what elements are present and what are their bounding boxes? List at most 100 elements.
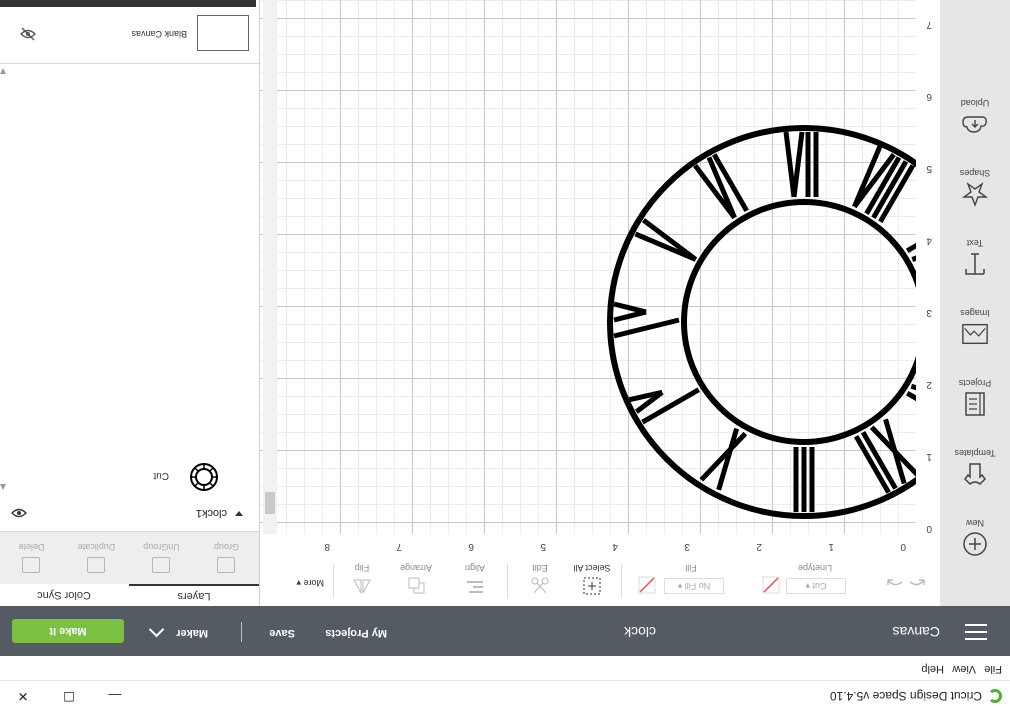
undo-redo-icon[interactable]	[884, 574, 928, 590]
canvas-title: Canvas	[892, 624, 940, 640]
more-label: More	[303, 578, 324, 588]
canvas-scrollbar[interactable]	[263, 0, 277, 534]
fill-dropdown[interactable]: No Fill ▾	[664, 578, 724, 594]
toolbar-divider	[507, 564, 508, 598]
linetype-color-swatch[interactable]	[762, 576, 780, 594]
toolbar-divider	[621, 564, 622, 598]
tool-label: Text	[966, 238, 984, 248]
menu-file[interactable]: File	[984, 663, 1002, 675]
menu-view[interactable]: View	[952, 663, 976, 675]
eye-hidden-icon[interactable]	[19, 27, 37, 41]
edit-label: Edit	[532, 563, 548, 573]
caret-down-icon[interactable]	[235, 511, 243, 516]
ruler-label: 8	[324, 541, 330, 552]
blank-canvas-row[interactable]: Blank Canvas	[0, 0, 259, 64]
flip-icon	[353, 579, 371, 594]
layer-name: Cut	[153, 470, 169, 481]
tool-text[interactable]: Text	[940, 222, 1010, 280]
header-separator	[241, 622, 242, 642]
layer-actions: Group UnGroup Duplicate Delete	[0, 531, 259, 584]
plus-circle-icon	[961, 530, 989, 558]
save-button[interactable]: Save	[269, 627, 295, 639]
fill-color-swatch[interactable]	[638, 576, 656, 594]
flip-button[interactable]: Flip	[340, 556, 384, 606]
layer-group-name: clock1	[195, 507, 227, 519]
trash-icon	[22, 557, 41, 573]
maximize-button[interactable]: ☐	[46, 681, 92, 711]
ruler-label: 2	[756, 541, 762, 552]
vertical-ruler: 0 1 2 3 4 5 6 7	[915, 0, 940, 556]
delete-button[interactable]: Delete	[0, 532, 64, 584]
ruler-label: 4	[612, 541, 618, 552]
window-controls: — ☐ ✕	[0, 681, 138, 711]
tab-color-sync[interactable]: Color Sync	[0, 584, 129, 606]
tool-label: Upload	[960, 98, 990, 108]
close-button[interactable]: ✕	[0, 681, 46, 711]
my-projects-button[interactable]: My Projects	[325, 627, 387, 639]
arrange-button[interactable]: Arrange	[388, 556, 444, 606]
arrange-label: Arrange	[399, 563, 433, 573]
design-panel: New Templates Projects Images Text Shape…	[940, 0, 1010, 606]
shirt-icon	[961, 460, 989, 488]
shapes-icon	[961, 180, 989, 208]
layer-group-row[interactable]: clock1	[7, 502, 251, 522]
panel-scrollbar[interactable]	[0, 64, 7, 494]
linetype-dropdown[interactable]: Cut ▾	[786, 578, 846, 594]
align-label: Align	[465, 563, 486, 573]
horizontal-ruler: 0 1 2 3 4 5 6 7 8	[260, 533, 916, 556]
hamburger-menu-icon[interactable]	[965, 624, 987, 640]
linetype-label: Linetype	[797, 563, 833, 573]
minimize-button[interactable]: —	[92, 681, 138, 711]
edit-button[interactable]: Edit	[518, 556, 562, 606]
text-icon	[961, 250, 989, 278]
tool-label: New	[966, 518, 985, 528]
flip-label: Flip	[354, 563, 370, 573]
align-button[interactable]: Align	[450, 556, 500, 606]
projects-icon	[961, 390, 989, 418]
select-all-button[interactable]: Select All	[570, 556, 614, 606]
delete-label: Delete	[18, 542, 45, 552]
edit-toolbar: Cut ▾ Linetype No Fill ▾ Fill Select All…	[260, 555, 940, 606]
ruler-label: 5	[926, 163, 932, 174]
ungroup-button[interactable]: UnGroup	[129, 532, 194, 584]
scrollbar-thumb[interactable]	[265, 492, 275, 514]
upload-icon	[961, 110, 989, 138]
project-name: clock	[624, 624, 656, 640]
tab-layers[interactable]: Layers	[129, 584, 259, 606]
group-button[interactable]: Group	[194, 532, 259, 584]
linetype-control[interactable]: Cut ▾ Linetype	[760, 556, 870, 606]
ruler-label: 1	[828, 541, 834, 552]
ungroup-icon	[152, 557, 171, 573]
tool-shapes[interactable]: Shapes	[940, 152, 1010, 210]
menu-bar: File View Help	[0, 656, 1010, 680]
make-it-button[interactable]: Make It	[12, 619, 124, 643]
tool-new[interactable]: New	[940, 502, 1010, 560]
ruler-label: 3	[684, 541, 690, 552]
clock-design[interactable]	[260, 0, 916, 534]
ruler-label: 0	[926, 523, 932, 534]
ruler-label: 5	[540, 541, 546, 552]
tool-projects[interactable]: Projects	[940, 362, 1010, 420]
eye-icon[interactable]	[11, 508, 27, 518]
tool-upload[interactable]: Upload	[940, 82, 1010, 140]
tool-templates[interactable]: Templates	[940, 432, 1010, 490]
blank-canvas-label: Blank Canvas	[131, 29, 187, 39]
group-icon	[217, 557, 236, 573]
tool-label: Templates	[954, 448, 996, 458]
scissors-icon	[531, 577, 549, 594]
canvas-color-swatch[interactable]	[197, 15, 249, 51]
layer-thumbnail	[190, 463, 218, 491]
chevron-down-icon[interactable]	[148, 621, 165, 638]
undo-redo	[882, 556, 930, 606]
more-button[interactable]: More ▾	[296, 577, 324, 588]
fill-value: No Fill	[684, 581, 711, 591]
tool-images[interactable]: Images	[940, 292, 1010, 350]
machine-selector[interactable]: Maker	[176, 627, 208, 639]
duplicate-button[interactable]: Duplicate	[64, 532, 129, 584]
design-canvas[interactable]	[260, 0, 916, 534]
window-title: Cricut Design Space v5.4.10	[829, 689, 982, 703]
menu-help[interactable]: Help	[921, 663, 944, 675]
layer-row[interactable]: Cut	[7, 454, 251, 494]
tool-label: Projects	[958, 378, 992, 388]
fill-control[interactable]: No Fill ▾ Fill	[636, 556, 746, 606]
